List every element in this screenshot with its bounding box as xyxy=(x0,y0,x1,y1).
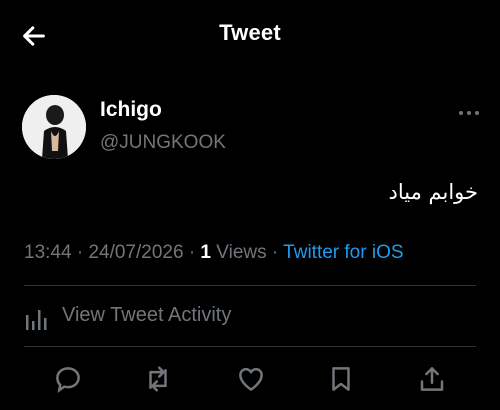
views-label: Views xyxy=(216,242,267,263)
more-options-icon[interactable] xyxy=(458,108,480,118)
page-title: Tweet xyxy=(219,20,281,45)
tweet-time: 13:44 xyxy=(24,242,72,263)
tweet-date: 24/07/2026 xyxy=(88,242,184,263)
source-link[interactable]: Twitter for iOS xyxy=(283,242,403,263)
divider xyxy=(24,346,476,347)
bar-chart-icon xyxy=(26,310,47,330)
share-icon[interactable] xyxy=(417,364,447,394)
top-bar: Tweet xyxy=(0,0,500,70)
like-icon[interactable] xyxy=(236,364,266,394)
reply-icon[interactable] xyxy=(53,364,83,394)
meta-separator: · xyxy=(76,242,84,263)
avatar[interactable] xyxy=(22,95,86,159)
divider xyxy=(24,285,476,286)
tweet-text: خوابم میاد xyxy=(388,180,479,204)
author-name[interactable]: Ichigo xyxy=(100,98,162,122)
tweet-meta: 13:44 · 24/07/2026 · 1 Views · Twitter f… xyxy=(24,242,404,264)
author-handle[interactable]: @JUNGKOOK xyxy=(100,132,226,154)
views-count: 1 xyxy=(200,242,211,263)
avatar-image xyxy=(22,95,86,159)
meta-separator: · xyxy=(188,242,196,263)
view-tweet-activity-button[interactable]: View Tweet Activity xyxy=(24,302,324,332)
bookmark-icon[interactable] xyxy=(326,364,356,394)
action-bar xyxy=(0,360,500,400)
meta-separator: · xyxy=(271,242,279,263)
activity-label: View Tweet Activity xyxy=(62,304,232,326)
retweet-icon[interactable] xyxy=(143,364,173,394)
